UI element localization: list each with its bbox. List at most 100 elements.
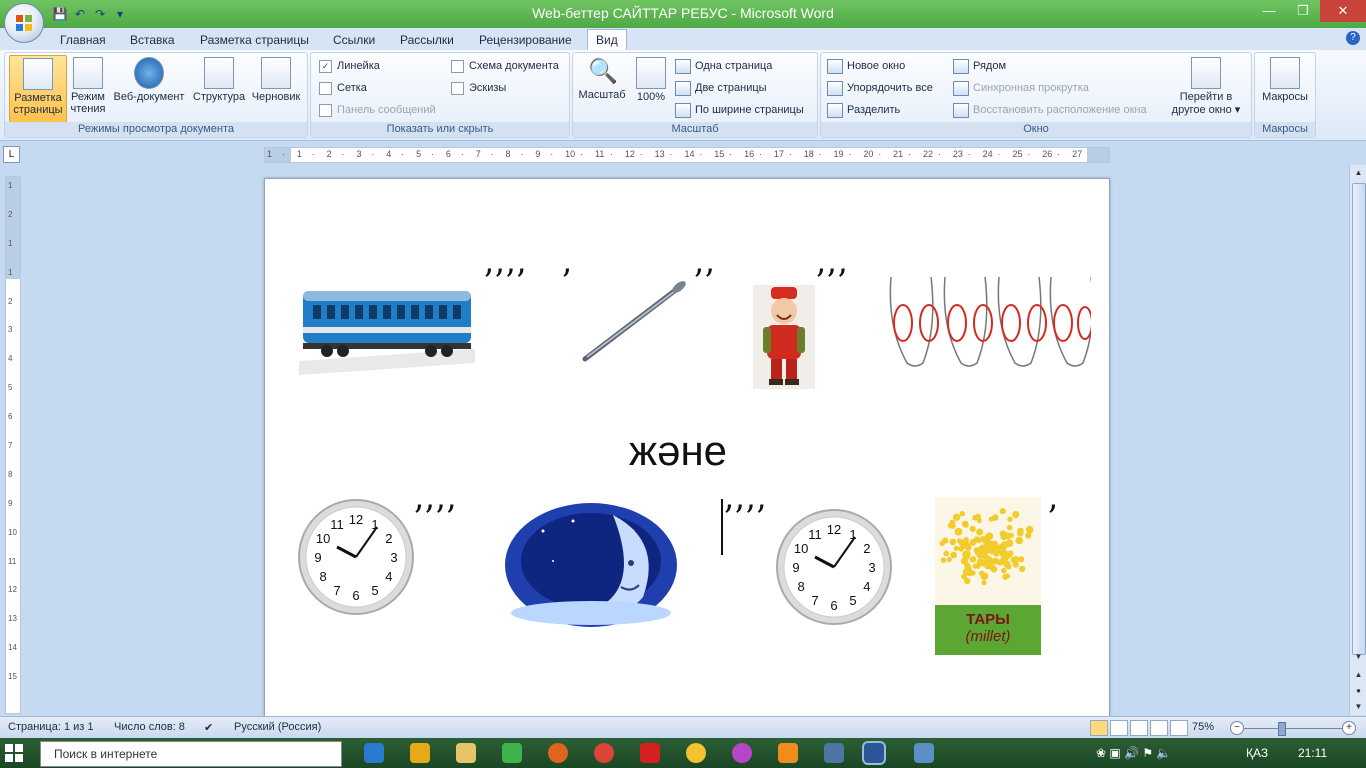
tab-page-layout[interactable]: Разметка страницы: [200, 31, 309, 49]
internet-explorer-icon[interactable]: [364, 743, 384, 763]
keyboard-language[interactable]: ҚАЗ: [1246, 746, 1268, 760]
ruler-tick: 1: [267, 149, 273, 159]
zoom-level[interactable]: 75%: [1192, 721, 1214, 733]
thumbnails-checkbox[interactable]: Эскизы: [451, 79, 506, 97]
ruler-tick: ·: [639, 149, 643, 159]
ruler-tick: 15: [714, 149, 725, 159]
zoom-knob[interactable]: [1278, 722, 1286, 736]
scroll-thumb[interactable]: [1352, 183, 1366, 655]
window-controls: — ❐ ✕: [1252, 0, 1366, 22]
help-icon[interactable]: ?: [1346, 31, 1360, 45]
vertical-ruler[interactable]: 1 2 1 1 2 3 4 5 6 7 8 9 10 11 12 13 14 15: [5, 176, 21, 714]
split-icon: [827, 102, 843, 118]
ruler-tick: ·: [788, 149, 792, 159]
side-by-side-button[interactable]: Рядом: [953, 56, 1006, 76]
unchecked-icon: [319, 103, 332, 117]
ruler-tick: ·: [431, 149, 434, 159]
vruler-tick: 1: [8, 267, 13, 277]
file-explorer-icon[interactable]: [456, 743, 476, 763]
document-page[interactable]: ’’’’ ’ ’’ ’’’ және 12 1 2 3 4 5 6 7 8 9 …: [264, 178, 1110, 720]
clock-numeral: 4: [385, 569, 392, 584]
tray-icons[interactable]: ❀ ▣ 🔊 ⚑ 🔈: [1096, 746, 1171, 760]
tab-mailings[interactable]: Рассылки: [400, 31, 454, 49]
app-icon[interactable]: [410, 743, 430, 763]
ruler-tick: 25: [1012, 149, 1023, 159]
reset-window-position-button[interactable]: Восстановить расположение окна: [953, 100, 1147, 120]
draft-button[interactable]: Черновик: [247, 55, 305, 121]
millet-grain: [1000, 530, 1006, 536]
reading-mode-button[interactable]: Режим чтения: [67, 55, 109, 121]
zoom-button[interactable]: 🔍 Масштаб: [577, 55, 627, 121]
millet-grain: [997, 559, 1004, 566]
print-layout-view-icon[interactable]: [1090, 720, 1108, 736]
horizontal-ruler[interactable]: 1 · 1 · 2 · 3 · 4 · 5 · 6 · 7 · 8 · 9 · 10 · 11 · 12 · 13 · 14 · 15 · 16…: [264, 147, 1110, 163]
previous-page-icon[interactable]: ▲: [1353, 669, 1364, 680]
odnoklassniki-icon[interactable]: [778, 743, 798, 763]
millet-grain: [999, 508, 1006, 515]
arrange-all-button[interactable]: Упорядочить все: [827, 78, 933, 98]
switch-windows-button[interactable]: Перейти в другое окно ▾: [1165, 55, 1247, 121]
ruler-tick: 7: [475, 149, 481, 159]
zoom-100-label: 100%: [636, 91, 666, 103]
basketball-app-icon[interactable]: [548, 743, 568, 763]
page-width-button[interactable]: По ширине страницы: [675, 100, 804, 120]
windows-start-icon[interactable]: [4, 743, 24, 763]
draft-view-icon[interactable]: [1170, 720, 1188, 736]
sync-scroll-button[interactable]: Синхронная прокрутка: [953, 78, 1089, 98]
reading-view-icon[interactable]: [1110, 720, 1128, 736]
media-app-icon[interactable]: [732, 743, 752, 763]
app-store-icon[interactable]: [502, 743, 522, 763]
split-button[interactable]: Разделить: [827, 100, 900, 120]
web-view-icon[interactable]: [1130, 720, 1148, 736]
print-layout-button[interactable]: Разметка страницы: [9, 55, 67, 123]
clock-time[interactable]: 21:11: [1298, 746, 1327, 760]
spelling-check-icon[interactable]: ✔: [204, 721, 213, 734]
new-window-button[interactable]: Новое окно: [827, 56, 905, 76]
page-count[interactable]: Страница: 1 из 1: [8, 721, 94, 733]
document-map-checkbox[interactable]: Схема документа: [451, 57, 559, 75]
tab-references[interactable]: Ссылки: [333, 31, 375, 49]
vertical-scrollbar[interactable]: ▲ ▼ ▲ ● ▼: [1349, 165, 1366, 715]
title-bar: 💾 ↶ ↷ ▾ Web-беттер САЙТТАР РЕБУС - Micro…: [0, 0, 1366, 28]
yandex-browser-icon[interactable]: [686, 743, 706, 763]
macros-button[interactable]: Макросы: [1257, 55, 1313, 121]
language-indicator[interactable]: Русский (Россия): [234, 721, 321, 733]
vk-icon[interactable]: [824, 743, 844, 763]
browse-object-icon[interactable]: ●: [1353, 685, 1364, 696]
yandex-icon[interactable]: [640, 743, 660, 763]
clock-numeral: 11: [808, 527, 822, 542]
zoom-in-button[interactable]: +: [1342, 721, 1356, 735]
tab-selector[interactable]: L: [3, 146, 20, 163]
zoom-100-button[interactable]: 100%: [631, 55, 671, 121]
next-page-icon[interactable]: ▼: [1353, 701, 1364, 712]
tab-insert[interactable]: Вставка: [130, 31, 175, 49]
ruler-checkbox[interactable]: ✓ Линейка: [319, 57, 380, 75]
scroll-up-icon[interactable]: ▲: [1353, 167, 1364, 178]
chrome-icon[interactable]: [594, 743, 614, 763]
app-icon[interactable]: [914, 743, 934, 763]
tab-home[interactable]: Главная: [60, 31, 106, 49]
zoom-out-button[interactable]: −: [1230, 721, 1244, 735]
tab-review[interactable]: Рецензирование: [479, 31, 572, 49]
minimize-button[interactable]: —: [1252, 0, 1286, 22]
word-taskbar-icon[interactable]: [862, 741, 886, 765]
outline-button[interactable]: Структура: [191, 55, 247, 121]
web-layout-button[interactable]: Веб-документ: [109, 55, 189, 121]
two-pages-button[interactable]: Две страницы: [675, 78, 767, 98]
message-bar-checkbox[interactable]: Панель сообщений: [319, 101, 436, 119]
tab-view[interactable]: Вид: [587, 29, 627, 51]
office-button[interactable]: [4, 3, 44, 43]
restore-button[interactable]: ❐: [1286, 0, 1320, 22]
millet-grain: [939, 540, 945, 547]
clock-numeral: 2: [863, 541, 870, 556]
clock-numeral: 3: [390, 550, 397, 565]
one-page-button[interactable]: Одна страница: [675, 56, 772, 76]
scroll-down-icon[interactable]: ▼: [1353, 651, 1364, 662]
zoom-slider[interactable]: − +: [1230, 721, 1356, 736]
grid-checkbox[interactable]: Сетка: [319, 79, 367, 97]
outline-view-icon[interactable]: [1150, 720, 1168, 736]
word-count[interactable]: Число слов: 8: [114, 721, 185, 733]
taskbar-search[interactable]: Поиск в интернете: [40, 741, 342, 767]
close-button[interactable]: ✕: [1320, 0, 1366, 22]
millet-grain: [952, 513, 961, 521]
